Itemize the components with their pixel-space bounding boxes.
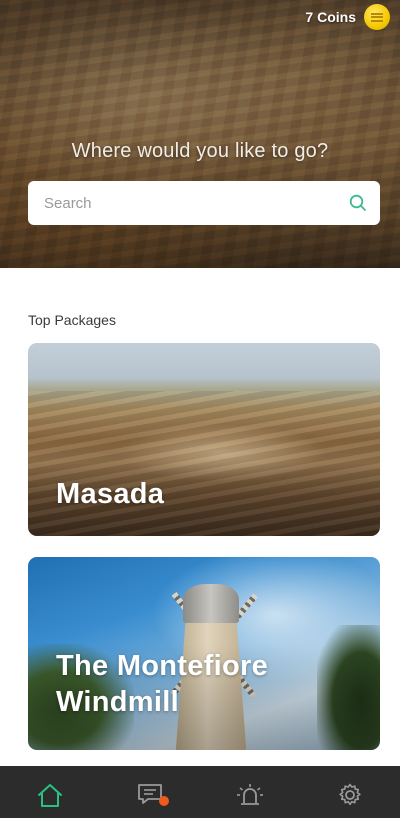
package-card-montefiore-windmill[interactable]: The Montefiore Windmill — [28, 557, 380, 750]
package-card-masada[interactable]: Masada — [28, 343, 380, 536]
package-title: Masada — [56, 478, 165, 510]
gear-icon — [339, 783, 361, 806]
coin-icon — [364, 4, 390, 30]
nav-item-settings[interactable] — [325, 782, 375, 808]
search-icon[interactable] — [348, 193, 368, 213]
coins-label: 7 Coins — [305, 9, 356, 25]
nav-item-messages[interactable] — [125, 782, 175, 806]
hero-banner: 7 Coins Where would you like to go? — [0, 0, 400, 268]
hero-question: Where would you like to go? — [71, 140, 329, 162]
hero-image-overlay — [0, 0, 400, 268]
search-box[interactable] — [28, 181, 380, 225]
package-title: The Montefiore Windmill — [56, 650, 269, 718]
coins-balance[interactable]: 7 Coins — [305, 4, 390, 30]
search-input[interactable] — [44, 194, 348, 212]
bottom-navigation — [0, 766, 400, 818]
alarm-icon — [237, 784, 263, 805]
nav-item-home[interactable] — [25, 782, 75, 808]
section-title-top-packages: Top Packages — [28, 312, 116, 328]
nav-item-alerts[interactable] — [225, 782, 275, 808]
home-icon — [38, 784, 62, 807]
notification-badge — [159, 796, 169, 806]
